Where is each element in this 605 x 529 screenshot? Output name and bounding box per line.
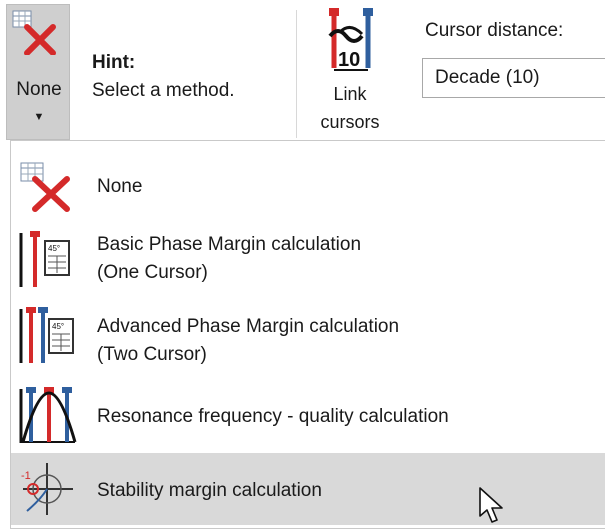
two-cursor-icon: 45° — [19, 307, 74, 363]
hint-title: Hint: — [92, 52, 136, 73]
mouse-cursor-icon — [479, 487, 503, 523]
svg-text:45°: 45° — [52, 322, 64, 331]
menu-item-advanced-phase-margin[interactable]: 45° Advanced Phase Margin calculation (T… — [11, 301, 605, 373]
link-cursors-icon: 10 — [328, 8, 373, 71]
cursor-distance-select[interactable]: Decade (10) — [422, 58, 605, 98]
cursor-distance-value: Decade (10) — [435, 67, 540, 88]
chevron-down-icon: ▼ — [33, 111, 45, 123]
menu-item-label: Resonance frequency - quality calculatio… — [97, 406, 449, 427]
method-dropdown-button[interactable]: None ▼ — [6, 4, 70, 140]
menu-item-resonance-frequency[interactable]: Resonance frequency - quality calculatio… — [11, 381, 605, 453]
ribbon-toolbar: None ▼ Hint: Select a method. 10 Link cu… — [0, 0, 605, 140]
menu-item-label: Basic Phase Margin calculation (One Curs… — [97, 231, 361, 287]
none-method-icon — [20, 162, 70, 212]
menu-item-stability-margin[interactable]: -1 Stability margin calculation — [11, 453, 605, 525]
svg-text:10: 10 — [338, 49, 360, 71]
one-cursor-icon: 45° — [19, 231, 70, 287]
resonance-icon — [19, 387, 77, 443]
menu-item-none[interactable]: None — [11, 149, 605, 221]
svg-text:-1: -1 — [21, 470, 31, 482]
menu-item-label: None — [97, 176, 143, 197]
cursor-distance-label: Cursor distance: — [425, 20, 564, 41]
menu-item-label: Advanced Phase Margin calculation (Two C… — [97, 313, 399, 369]
method-button-label: None — [16, 79, 62, 100]
menu-item-label-line1: Basic Phase Margin calculation — [97, 234, 362, 255]
stability-icon: -1 — [21, 463, 73, 515]
menu-item-label-line2: (Two Cursor) — [97, 344, 207, 365]
link-cursors-label-line2: cursors — [320, 112, 380, 132]
method-dropdown-menu: None 45° Basic Phase Margin calculation … — [10, 140, 605, 529]
ribbon-separator — [296, 10, 297, 138]
hint-text: Select a method. — [92, 80, 235, 101]
link-cursors-label-line1: Link — [333, 84, 367, 104]
svg-text:45°: 45° — [48, 244, 60, 253]
link-cursors-button[interactable]: 10 Link cursors — [312, 4, 388, 140]
menu-item-label-line1: Advanced Phase Margin calculation — [97, 316, 400, 337]
none-method-icon — [12, 10, 56, 55]
link-cursors-label: Link cursors — [312, 80, 388, 136]
menu-item-basic-phase-margin[interactable]: 45° Basic Phase Margin calculation (One … — [11, 223, 605, 295]
menu-item-label: Stability margin calculation — [97, 480, 322, 501]
menu-item-label-line2: (One Cursor) — [97, 262, 208, 283]
